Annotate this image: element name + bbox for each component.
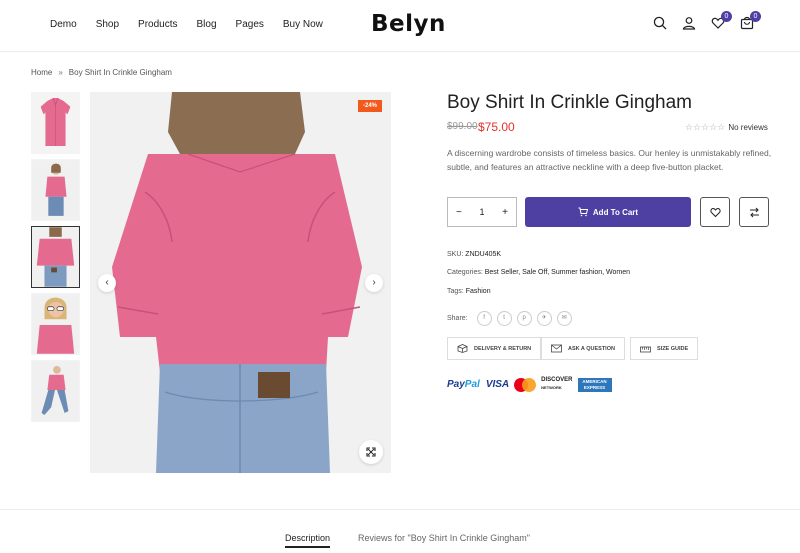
categories-value[interactable]: Best Seller, Sale Off, Summer fashion, W… (485, 269, 630, 276)
nav-buy-now[interactable]: Buy Now (283, 19, 323, 30)
expand-icon[interactable] (359, 440, 383, 464)
qty-decrease-button[interactable]: − (456, 207, 462, 218)
search-icon[interactable] (653, 16, 667, 30)
header-actions: 0 0 (653, 11, 761, 30)
categories-label: Categories: (447, 269, 483, 276)
sale-price: $75.00 (478, 120, 515, 134)
payment-methods: PayPal VISA DISCOVER NETWORK AMERICAN EXPR… (447, 377, 612, 392)
delivery-return-label: DELIVERY & RETURN (474, 345, 532, 352)
share-row: Share: f t p ✈ ✉ (447, 311, 572, 326)
qty-increase-button[interactable]: + (502, 207, 508, 218)
compare-button[interactable] (739, 197, 769, 227)
thumbnail-3[interactable] (31, 226, 80, 288)
discover-logo: DISCOVER NETWORK (541, 377, 573, 390)
cart-icon[interactable]: 0 (740, 11, 761, 30)
envelope-icon (551, 344, 562, 353)
ruler-icon (640, 346, 651, 353)
mastercard-logo (514, 377, 537, 392)
tab-description[interactable]: Description (285, 533, 330, 543)
twitter-icon[interactable]: t (496, 311, 512, 326)
sku-label: SKU: (447, 251, 464, 258)
tags-label: Tags: (447, 288, 464, 295)
size-guide-button[interactable]: SIZE GUIDE (630, 337, 699, 360)
chevron-left-icon[interactable]: ‹ (98, 274, 116, 292)
reviews-count: No reviews (728, 123, 768, 132)
product-description: A discerning wardrobe consists of timele… (447, 148, 772, 172)
nav-shop[interactable]: Shop (96, 19, 119, 30)
site-header: Demo Shop Products Blog Pages Buy Now Be… (0, 0, 800, 52)
ask-question-label: ASK A QUESTION (568, 345, 615, 352)
nav-pages[interactable]: Pages (236, 19, 264, 30)
thumbnail-2[interactable] (31, 159, 80, 221)
pinterest-icon[interactable]: p (516, 311, 532, 326)
wishlist-icon[interactable]: 0 (711, 11, 732, 30)
quantity-stepper: − 1 + (447, 197, 517, 227)
active-tab-indicator (285, 546, 330, 548)
breadcrumb-separator: » (58, 68, 63, 77)
add-to-cart-label: Add To Cart (592, 207, 639, 217)
product-main-image[interactable]: -24% ‹ › (90, 92, 391, 473)
amex-logo: AMERICAN EXPRESS (577, 377, 612, 392)
tags: Tags: Fashion (447, 288, 491, 295)
breadcrumb: Home » Boy Shirt In Crinkle Gingham (31, 68, 172, 77)
breadcrumb-current: Boy Shirt In Crinkle Gingham (68, 68, 172, 77)
breadcrumb-home[interactable]: Home (31, 68, 52, 77)
heart-icon (710, 207, 721, 218)
thumbnail-4[interactable] (31, 293, 80, 355)
product-photo (90, 92, 391, 473)
sku: SKU: ZNDU405K (447, 251, 501, 258)
facebook-icon[interactable]: f (476, 311, 492, 326)
compare-icon (750, 207, 759, 218)
account-icon[interactable] (682, 16, 696, 30)
qty-input[interactable]: 1 (479, 207, 484, 217)
site-logo[interactable]: Belyn (371, 11, 446, 37)
product-title: Boy Shirt In Crinkle Gingham (447, 92, 692, 113)
paypal-logo: PayPal (447, 379, 480, 390)
star-rating: ☆☆☆☆☆ (685, 122, 726, 132)
size-guide-label: SIZE GUIDE (657, 345, 689, 352)
thumbnail-5[interactable] (31, 360, 80, 422)
ask-question-button[interactable]: ASK A QUESTION (541, 337, 625, 360)
tab-reviews[interactable]: Reviews for "Boy Shirt In Crinkle Gingha… (358, 533, 530, 543)
old-price: $99.00 (447, 121, 478, 132)
visa-logo: VISA (485, 379, 510, 390)
thumbnail-1[interactable] (31, 92, 80, 154)
sku-value: ZNDU405K (465, 251, 502, 258)
email-icon[interactable]: ✉ (556, 311, 572, 326)
thumbnail-list (31, 92, 81, 427)
delivery-return-button[interactable]: DELIVERY & RETURN (447, 337, 542, 360)
tabs-divider (0, 509, 800, 510)
main-nav: Demo Shop Products Blog Pages Buy Now (50, 19, 342, 30)
telegram-icon[interactable]: ✈ (536, 311, 552, 326)
cart-count-badge: 0 (750, 11, 761, 22)
rating[interactable]: ☆☆☆☆☆ No reviews (685, 122, 768, 133)
categories: Categories: Best Seller, Sale Off, Summe… (447, 269, 630, 276)
sale-badge: -24% (357, 100, 382, 112)
nav-demo[interactable]: Demo (50, 19, 77, 30)
add-to-wishlist-button[interactable] (700, 197, 730, 227)
tags-value[interactable]: Fashion (466, 288, 491, 295)
chevron-right-icon[interactable]: › (365, 274, 383, 292)
box-icon (457, 344, 468, 353)
nav-blog[interactable]: Blog (197, 19, 217, 30)
cart-icon (578, 207, 588, 217)
add-to-cart-button[interactable]: Add To Cart (525, 197, 691, 227)
wishlist-count-badge: 0 (721, 11, 732, 22)
share-label: Share: (447, 315, 468, 322)
nav-products[interactable]: Products (138, 19, 177, 30)
